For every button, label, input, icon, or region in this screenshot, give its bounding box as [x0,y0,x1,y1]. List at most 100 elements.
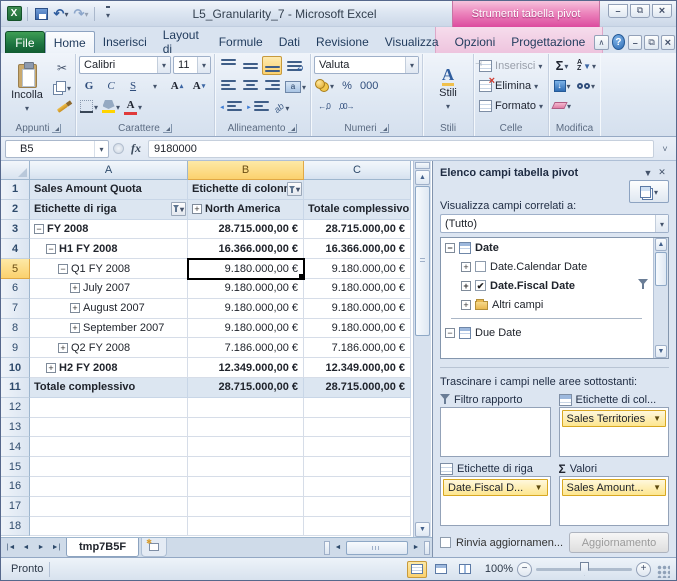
scrollbar-thumb[interactable] [415,186,430,336]
tree-scrollbar[interactable]: ▲ ▼ [653,238,668,358]
dialog-launcher[interactable] [52,124,62,133]
column-header-c[interactable]: C [304,161,411,180]
grow-font-button[interactable]: A [167,76,187,95]
insert-cells-button[interactable]: Inserisci [475,56,545,75]
vertical-scrollbar[interactable]: ▲ ▼ [413,161,431,537]
column-labels-area[interactable]: Sales Territories ▼ [558,407,669,457]
scroll-up-arrow[interactable]: ▲ [655,238,667,251]
cell[interactable] [30,457,188,477]
cell[interactable]: 16.366.000,00 € [304,239,411,260]
currency-button[interactable] [314,76,335,95]
cell[interactable]: 9.180.000,00 € [304,298,411,319]
scroll-up-arrow[interactable]: ▲ [415,170,430,185]
collapse-icon[interactable]: − [46,243,56,254]
cell[interactable] [30,516,188,537]
row-header[interactable]: 17 [1,496,30,517]
row-header[interactable]: 1 [1,180,30,200]
find-select-button[interactable] [576,76,596,95]
scroll-down-arrow[interactable]: ▼ [415,522,430,537]
copy-button[interactable] [52,78,72,97]
column-header-b[interactable]: B [188,161,304,180]
cell[interactable]: + September 2007 [30,318,188,339]
expand-icon[interactable]: + [461,299,471,310]
insert-worksheet-button[interactable] [141,538,168,557]
cell[interactable]: 9.180.000,00 € [188,298,304,319]
font-size-combo[interactable]: 11 [173,56,212,74]
align-center-button[interactable] [240,77,260,96]
cell[interactable] [30,397,188,418]
paste-button[interactable]: Incolla [5,56,49,121]
cell[interactable]: 16.366.000,00 € [188,239,304,260]
tab-home[interactable]: Home [44,31,95,53]
zoom-in-button[interactable]: + [636,561,651,577]
next-sheet-button[interactable]: ► [34,541,48,555]
dialog-launcher[interactable] [162,124,172,133]
bold-button[interactable]: G [79,76,99,95]
selected-cell[interactable]: 9.180.000,00 € [187,258,305,280]
cell[interactable] [30,437,188,458]
cell[interactable] [30,496,188,517]
insert-function-button[interactable]: fx [128,141,144,156]
decrease-decimal-button[interactable] [336,97,356,116]
scope-combo[interactable]: (Tutto) [440,214,669,233]
name-box[interactable]: B5 [5,139,109,158]
collapse-icon[interactable]: − [34,223,44,234]
cell[interactable]: Totale complessivo [304,199,411,220]
cell[interactable] [304,437,411,458]
zoom-out-button[interactable]: − [517,561,532,577]
page-layout-view-button[interactable] [431,561,451,578]
cell[interactable] [304,417,411,438]
cut-button[interactable] [52,58,72,77]
checkbox[interactable]: ✔ [475,280,486,291]
cell[interactable] [188,417,304,438]
row-header[interactable]: 3 [1,219,30,240]
filter-button[interactable] [171,201,186,216]
tab-dati[interactable]: Dati [271,31,308,53]
tree-item[interactable]: + Date.Calendar Date [441,257,652,276]
workbook-restore-button[interactable] [644,35,659,50]
expand-icon[interactable]: + [192,204,202,215]
tree-item[interactable]: + ✔ Date.Fiscal Date [441,276,652,295]
tree-item[interactable]: + Altri campi [441,295,652,314]
save-button[interactable] [32,5,50,23]
cell[interactable] [304,516,411,537]
cell[interactable]: 28.715.000,00 € [188,219,304,240]
minimize-ribbon-button[interactable] [594,35,609,50]
cell[interactable]: 7.186.000,00 € [304,338,411,359]
format-cells-button[interactable]: Formato [477,96,545,115]
zoom-slider-thumb[interactable] [580,561,589,576]
first-sheet-button[interactable]: |◄ [4,541,18,555]
tab-revisione[interactable]: Revisione [308,31,377,53]
cell[interactable] [304,457,411,477]
cell[interactable] [188,496,304,517]
align-bottom-button[interactable] [262,56,283,75]
dialog-launcher[interactable] [379,124,389,133]
cell[interactable] [188,437,304,458]
scroll-down-arrow[interactable]: ▼ [655,345,667,358]
format-painter-button[interactable] [52,98,72,117]
expand-icon[interactable]: + [58,342,68,353]
row-header[interactable]: 14 [1,437,30,458]
expand-icon[interactable]: + [46,362,56,373]
field-chip[interactable]: Date.Fiscal D... ▼ [443,479,548,496]
cell[interactable]: + July 2007 [30,278,188,299]
wrap-text-button[interactable] [284,56,305,75]
cell[interactable]: + Q2 FY 2008 [30,338,188,359]
row-header[interactable]: 16 [1,476,30,497]
filter-button[interactable] [287,182,302,196]
styles-button[interactable]: Stili [426,56,470,121]
merge-center-button[interactable] [284,77,307,96]
formula-input[interactable]: 9180000 [148,139,654,158]
scroll-right-arrow[interactable]: ► [409,541,423,555]
layout-options-button[interactable] [629,180,669,203]
excel-logo-icon[interactable] [5,5,23,23]
row-header[interactable]: 2 [1,199,30,220]
row-header[interactable]: 15 [1,457,30,477]
redo-button[interactable] [72,5,90,23]
cell[interactable] [188,397,304,418]
italic-button[interactable]: C [101,76,121,95]
qat-customize-button[interactable] [99,5,117,23]
row-header[interactable]: 9 [1,338,30,359]
pane-menu-button[interactable]: ▼ [641,168,655,178]
cell[interactable]: − FY 2008 [30,219,188,240]
